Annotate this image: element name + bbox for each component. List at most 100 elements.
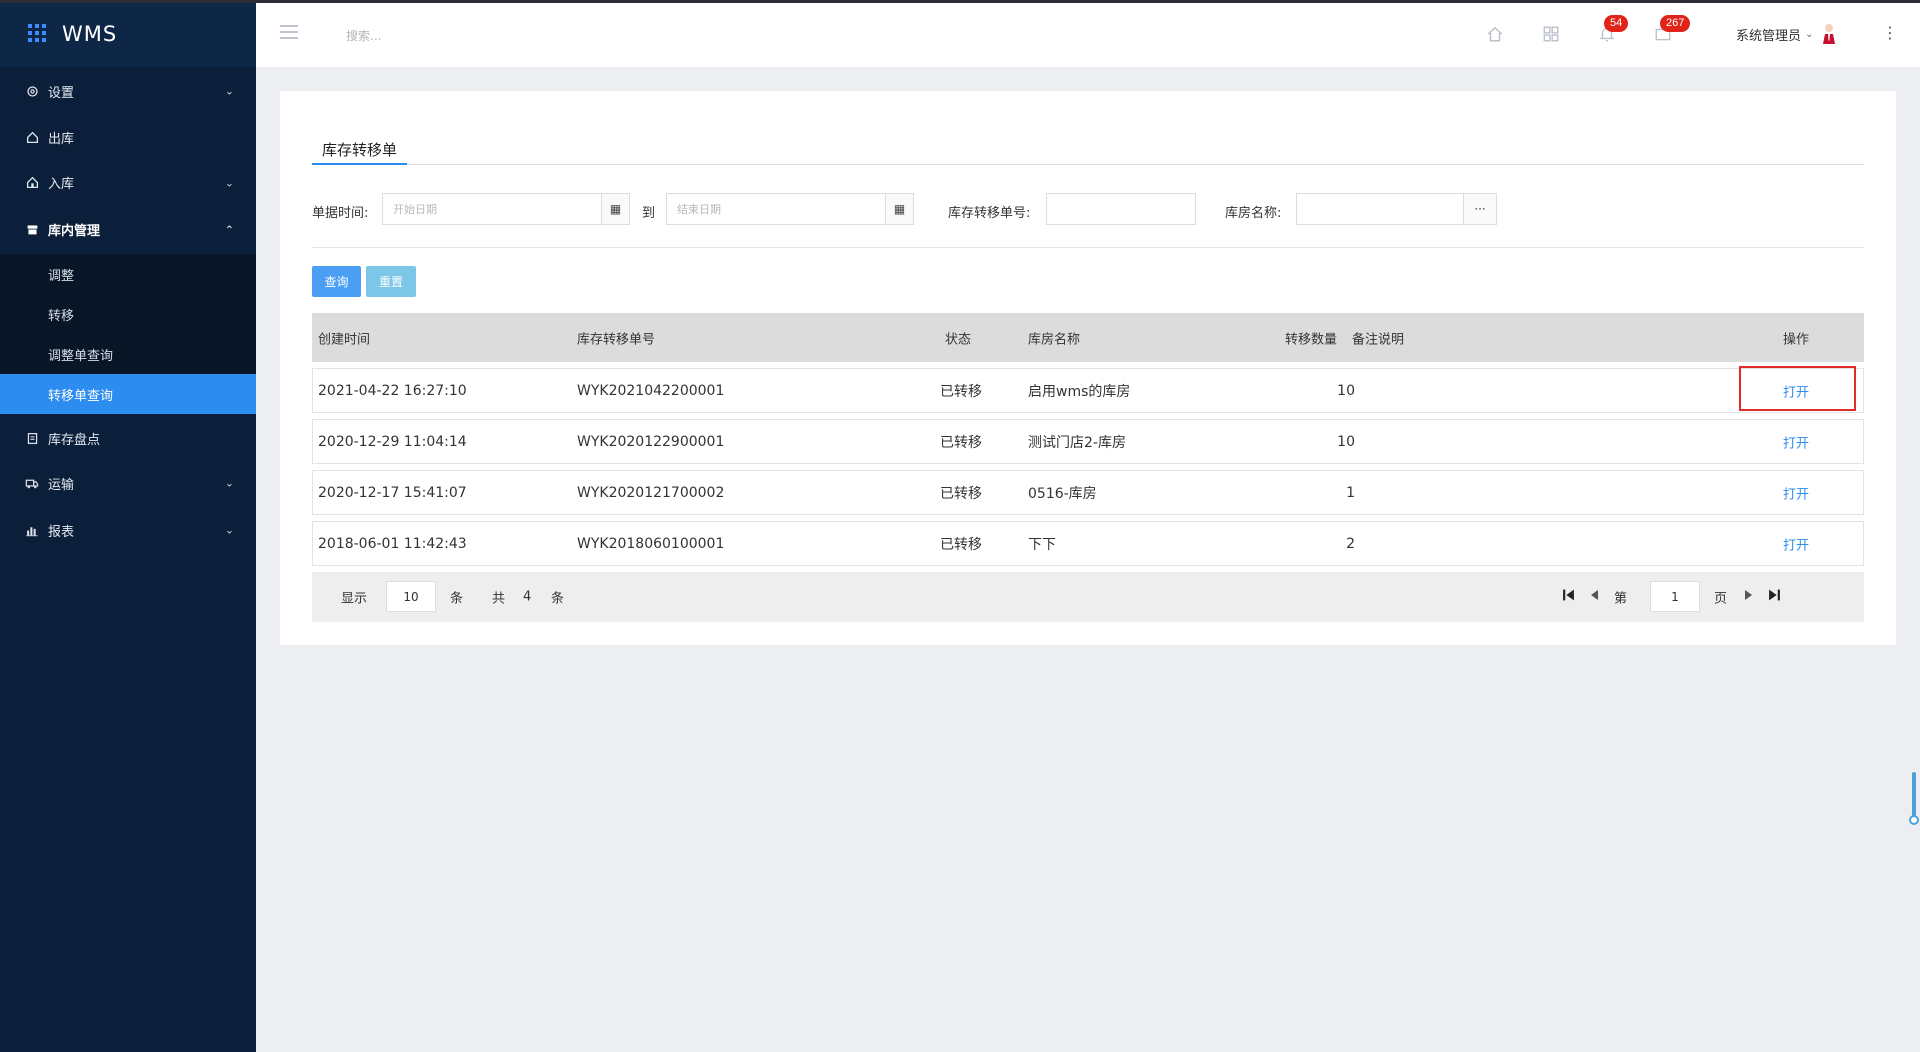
home-in-icon [24,175,40,191]
sidebar-item-warehouse-mgmt[interactable]: 库内管理 ⌃ [0,205,256,254]
chevron-down-icon: ⌄ [1805,28,1814,40]
box-icon [24,222,40,238]
menu-toggle-icon[interactable] [280,25,298,39]
open-link[interactable]: 打开 [1783,483,1809,502]
col-action: 操作 [1783,332,1810,347]
apps-grid-icon [28,23,48,44]
end-date-input[interactable] [666,193,886,225]
search-input[interactable] [346,25,546,47]
first-page-icon[interactable] [1562,589,1575,606]
sidebar-item-label: 库内管理 [48,224,101,239]
brand-name: WMS [62,21,118,46]
calendar-icon[interactable]: ▦ [601,193,630,225]
open-link[interactable]: 打开 [1783,432,1809,451]
more-options-button[interactable]: ··· [1463,193,1497,225]
tab-transfer-orders[interactable]: 库存转移单 [312,135,408,165]
truck-icon [24,475,40,491]
cell-status: 已转移 [940,485,982,502]
dashboard-grid-icon[interactable] [1542,25,1560,43]
chevron-down-icon: ⌄ [224,84,234,98]
home-icon[interactable] [1486,25,1504,43]
table-row[interactable]: 2020-12-29 11:04:14 WYK2020122900001 已转移… [312,419,1864,464]
cell-quantity: 1 [1346,484,1355,501]
user-menu[interactable]: 系统管理员 ⌄ [1736,23,1837,45]
sidebar: WMS 设置 ⌄ 出库 入库 ⌄ 库内管理 ⌃ 调整 转移 调整单查询 转移单查… [0,0,256,1052]
avatar [1821,23,1837,45]
total-count: 4 [523,589,532,605]
sidebar-item-label: 运输 [48,477,75,493]
col-warehouse: 库房名称 [1028,332,1081,347]
sidebar-item-outbound[interactable]: 出库 [0,115,256,160]
cell-order-no: WYK2021042200001 [577,382,725,399]
sidebar-subitem-adjust-query[interactable]: 调整单查询 [0,334,256,374]
sidebar-subitem-transfer-query[interactable]: 转移单查询 [0,374,256,414]
user-name: 系统管理员 [1736,28,1802,44]
sidebar-subitem-transfer[interactable]: 转移 [0,294,256,334]
col-created-time: 创建时间 [318,332,371,347]
bar-chart-icon [24,522,40,538]
chevron-down-icon: ⌄ [224,476,234,490]
warehouse-label: 库房名称: [1225,206,1282,221]
bell-icon[interactable]: 54 [1598,15,1629,43]
more-vertical-icon[interactable]: ⋮ [1882,23,1898,42]
highlight-box [1739,366,1856,411]
mail-icon[interactable]: 267 [1654,15,1691,43]
cell-created-time: 2018-06-01 11:42:43 [318,535,467,552]
page-number-input[interactable] [1650,581,1700,612]
main-panel: 库存转移单 单据时间: ▦ 到 ▦ 库存转移单号: 库房名称: ··· 查询 重… [280,91,1896,645]
page-size-input[interactable] [386,581,436,612]
reset-button[interactable]: 重置 [366,266,416,297]
warehouse-input[interactable] [1296,193,1464,225]
table-row[interactable]: 2021-04-22 16:27:10 WYK2021042200001 已转移… [312,366,1864,413]
cell-warehouse: 下下 [1028,536,1056,553]
clipboard-icon [24,430,40,446]
order-no-input[interactable] [1046,193,1196,225]
table-row[interactable]: 2020-12-17 15:41:07 WYK2020121700002 已转移… [312,470,1864,515]
sidebar-subitem-adjust[interactable]: 调整 [0,254,256,294]
scrollbar-handle[interactable] [1909,815,1919,825]
table-header: 创建时间 库存转移单号 状态 库房名称 转移数量 备注说明 操作 [312,313,1864,362]
cell-warehouse: 测试门店2-库房 [1028,434,1126,451]
date-label: 单据时间: [312,206,369,221]
open-link[interactable]: 打开 [1783,534,1809,553]
calendar-icon[interactable]: ▦ [885,193,914,225]
sidebar-item-settings[interactable]: 设置 ⌄ [0,67,256,115]
window-top-border [0,0,1920,3]
sidebar-item-transport[interactable]: 运输 ⌄ [0,462,256,504]
cell-warehouse: 0516-库房 [1028,485,1097,502]
total-label: 共 [492,591,506,607]
cell-warehouse: 启用wms的库房 [1028,383,1131,400]
cell-order-no: WYK2018060100001 [577,535,725,552]
sidebar-item-label: 入库 [48,177,75,192]
start-date-input[interactable] [382,193,602,225]
query-button[interactable]: 查询 [312,266,361,297]
show-label: 显示 [341,591,368,607]
tab-bar: 库存转移单 [312,135,1864,165]
sidebar-item-label: 设置 [48,85,75,101]
cell-created-time: 2021-04-22 16:27:10 [318,382,467,399]
cell-created-time: 2020-12-29 11:04:14 [318,433,467,450]
pagination-bar: 显示 条 共 4 条 第 页 [312,572,1864,622]
cell-order-no: WYK2020121700002 [577,484,725,501]
prev-page-icon[interactable] [1589,589,1599,605]
total-unit: 条 [551,591,565,607]
last-page-icon[interactable] [1768,589,1781,606]
brand[interactable]: WMS [0,0,256,67]
col-remark: 备注说明 [1352,332,1405,347]
table-row[interactable]: 2018-06-01 11:42:43 WYK2018060100001 已转移… [312,521,1864,566]
cell-created-time: 2020-12-17 15:41:07 [318,484,467,501]
col-order-no: 库存转移单号 [577,332,656,347]
chevron-down-icon: ⌄ [224,523,234,537]
col-status: 状态 [945,332,972,347]
cell-quantity: 10 [1337,382,1355,399]
cell-order-no: WYK2020122900001 [577,433,725,450]
filter-divider [312,247,1864,248]
sidebar-item-inbound[interactable]: 入库 ⌄ [0,160,256,205]
cell-status: 已转移 [940,383,982,400]
sidebar-item-stocktake[interactable]: 库存盘点 [0,414,256,462]
notification-badge: 54 [1604,15,1629,32]
next-page-icon[interactable] [1744,589,1754,605]
sidebar-item-reports[interactable]: 报表 ⌄ [0,504,256,556]
home-out-icon [24,130,40,146]
submenu-warehouse-mgmt: 调整 转移 调整单查询 转移单查询 [0,254,256,414]
